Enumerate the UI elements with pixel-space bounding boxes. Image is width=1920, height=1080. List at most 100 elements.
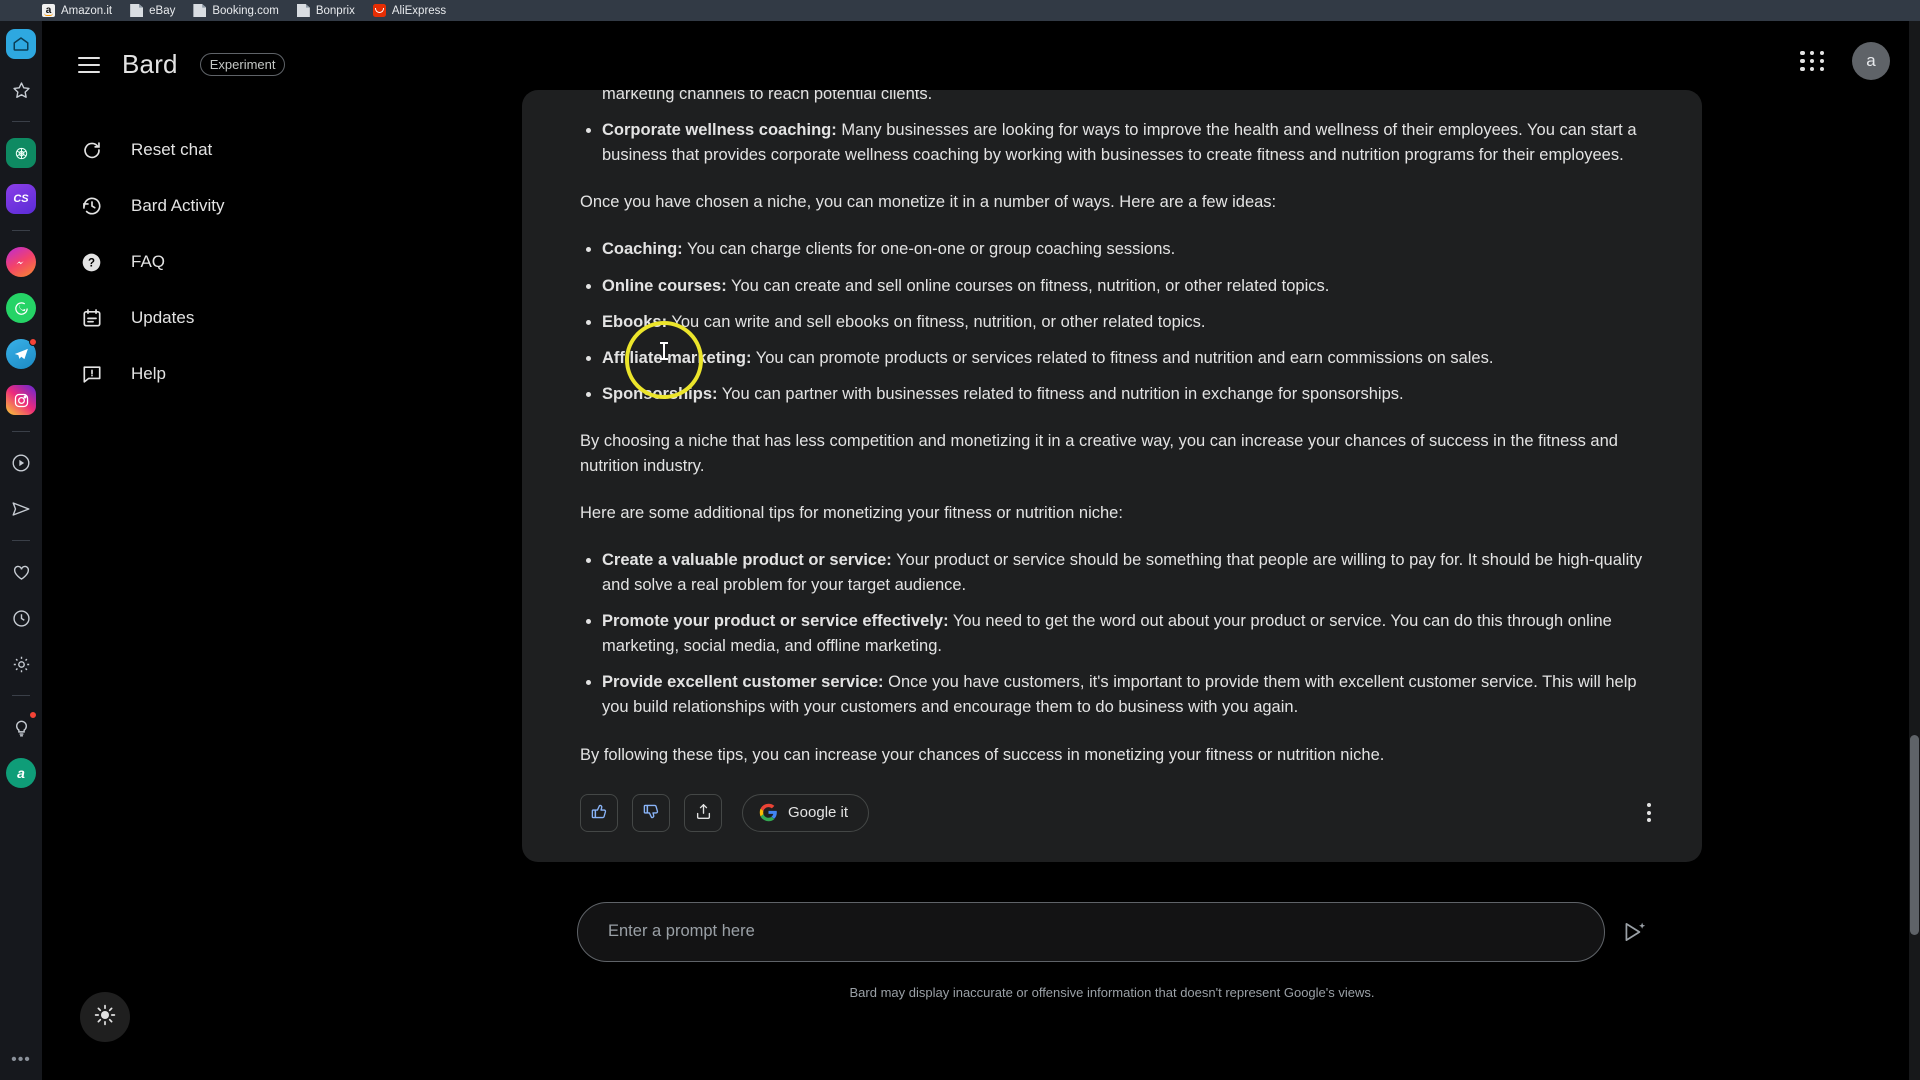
rail-divider xyxy=(12,540,30,541)
page-title: Bard xyxy=(122,49,178,79)
list-item-text: Online fitness coaching is a growing ind… xyxy=(602,90,933,104)
sidebar-item-reset-chat[interactable]: Reset chat xyxy=(42,122,512,178)
rail-divider xyxy=(12,431,30,432)
list-item-title: Sponsorships: xyxy=(602,384,718,403)
send-icon[interactable] xyxy=(6,494,36,524)
list-item: Sponsorships: You can partner with busin… xyxy=(602,382,1644,407)
prompt-input[interactable] xyxy=(608,922,1574,942)
browser-bookmark-bar: a Amazon.it eBay Booking.com Bonprix Ali… xyxy=(0,0,1920,21)
heart-icon[interactable] xyxy=(6,557,36,587)
list-item-title: Provide excellent customer service: xyxy=(602,673,884,692)
sidebar-item-bard-activity[interactable]: Bard Activity xyxy=(42,178,512,234)
bookmark-label: AliExpress xyxy=(391,4,447,17)
bard-sidebar: Bard Experiment Reset chat Bard Activity xyxy=(42,21,512,1080)
list-item: Online fitness coaching: Online fitness … xyxy=(602,90,1644,107)
star-icon[interactable] xyxy=(6,75,36,105)
rail-divider xyxy=(12,121,30,122)
disclaimer-text: Bard may display inaccurate or offensive… xyxy=(849,984,1375,1000)
avatar-a-icon[interactable]: a xyxy=(6,758,36,788)
response-paragraph: Here are some additional tips for moneti… xyxy=(580,504,1123,523)
response-action-row: Google it xyxy=(580,793,1644,832)
reset-icon xyxy=(79,138,104,163)
cs-icon-label: CS xyxy=(13,193,29,205)
list-item-title: Affiliate marketing: xyxy=(602,348,752,367)
clock-icon[interactable] xyxy=(6,603,36,633)
response-paragraph: By choosing a niche that has less compet… xyxy=(580,431,1618,475)
cs-icon[interactable]: CS xyxy=(6,184,36,214)
sidebar-item-label: Help xyxy=(131,364,166,383)
list-item-title: Corporate wellness coaching: xyxy=(602,121,837,140)
sidebar-item-updates[interactable]: Updates xyxy=(42,290,512,346)
list-item-title: Coaching: xyxy=(602,240,683,259)
share-upload-icon xyxy=(694,802,713,824)
thumbs-down-button[interactable] xyxy=(632,793,670,832)
list-item: Create a valuable product or service: Yo… xyxy=(602,548,1644,598)
sidebar-item-faq[interactable]: ? FAQ xyxy=(42,234,512,290)
sidebar-item-label: Bard Activity xyxy=(131,196,225,215)
play-circle-icon[interactable] xyxy=(6,448,36,478)
menu-hamburger-icon[interactable] xyxy=(78,56,100,73)
chat-panel: Online fitness coaching: Online fitness … xyxy=(512,21,1712,1080)
send-sparkle-icon[interactable] xyxy=(1621,919,1647,945)
bookmark-booking[interactable]: Booking.com xyxy=(193,4,279,17)
rail-overflow-icon[interactable]: ••• xyxy=(11,1052,31,1068)
page-scrollbar-thumb[interactable] xyxy=(1910,735,1919,935)
telegram-icon[interactable] xyxy=(6,338,37,369)
list-item-title: Ebooks: xyxy=(602,312,668,331)
amazon-favicon: a xyxy=(42,4,55,17)
bookmark-label: eBay xyxy=(149,4,176,17)
response-list: Online fitness coaching: Online fitness … xyxy=(580,90,1644,168)
rail-divider xyxy=(12,230,30,231)
list-item: Ebooks: You can write and sell ebooks on… xyxy=(602,310,1644,335)
google-it-button[interactable]: Google it xyxy=(742,793,870,832)
list-item-text: You can create and sell online courses o… xyxy=(726,276,1330,295)
bookmark-label: Booking.com xyxy=(212,4,279,17)
google-apps-grid-icon[interactable] xyxy=(1800,48,1826,74)
top-right-controls: a xyxy=(1800,21,1920,101)
share-button[interactable] xyxy=(684,793,722,832)
bookmark-bonprix[interactable]: Bonprix xyxy=(296,4,355,17)
avatar-a-label: a xyxy=(17,765,25,781)
instagram-icon[interactable] xyxy=(6,385,36,415)
bookmark-aliexpress[interactable]: AliExpress xyxy=(372,4,447,17)
gear-icon[interactable] xyxy=(6,649,36,679)
bookmark-amazon[interactable]: a Amazon.it xyxy=(42,4,112,17)
list-item-title: Online courses: xyxy=(602,276,727,295)
list-item: Affiliate marketing: You can promote pro… xyxy=(602,346,1644,371)
lightbulb-icon[interactable] xyxy=(6,711,37,742)
response-list: Create a valuable product or service: Yo… xyxy=(580,548,1644,720)
response-list: Coaching: You can charge clients for one… xyxy=(580,237,1644,406)
sidebar-item-help[interactable]: Help xyxy=(42,346,512,402)
help-chat-icon xyxy=(79,362,104,387)
response-paragraph: Once you have chosen a niche, you can mo… xyxy=(580,193,1277,212)
question-mark-icon: ? xyxy=(79,250,104,275)
svg-text:?: ? xyxy=(88,257,95,269)
more-vertical-icon[interactable] xyxy=(1632,796,1666,830)
bard-response-card: Online fitness coaching: Online fitness … xyxy=(522,90,1702,862)
prompt-box[interactable] xyxy=(577,901,1605,962)
messenger-icon[interactable] xyxy=(6,247,36,277)
bookmark-ebay[interactable]: eBay xyxy=(130,4,175,17)
list-item-text: You can write and sell ebooks on fitness… xyxy=(667,312,1206,331)
list-item: Online courses: You can create and sell … xyxy=(602,274,1644,299)
thumbs-up-icon xyxy=(590,802,609,824)
openai-icon[interactable] xyxy=(6,138,36,168)
experiment-badge: Experiment xyxy=(199,53,286,76)
list-item: Provide excellent customer service: Once… xyxy=(602,670,1644,720)
home-icon[interactable] xyxy=(6,29,36,59)
list-item: Corporate wellness coaching: Many busine… xyxy=(602,118,1644,168)
history-icon xyxy=(79,194,104,219)
sidebar-item-label: FAQ xyxy=(131,252,166,271)
response-content: Online fitness coaching: Online fitness … xyxy=(580,90,1644,768)
whatsapp-icon[interactable] xyxy=(6,293,36,323)
bard-header: Bard Experiment xyxy=(42,21,512,80)
rail-divider xyxy=(12,695,30,696)
brightness-icon xyxy=(93,1003,117,1032)
thumbs-up-button[interactable] xyxy=(580,793,618,832)
list-item-text: You can charge clients for one-on-one or… xyxy=(682,240,1176,259)
avatar[interactable]: a xyxy=(1852,42,1890,80)
list-item-text: You can promote products or services rel… xyxy=(751,348,1494,367)
bookmark-label: Amazon.it xyxy=(61,4,113,17)
theme-toggle-button[interactable] xyxy=(80,992,130,1042)
text-ibeam-cursor xyxy=(660,342,668,360)
